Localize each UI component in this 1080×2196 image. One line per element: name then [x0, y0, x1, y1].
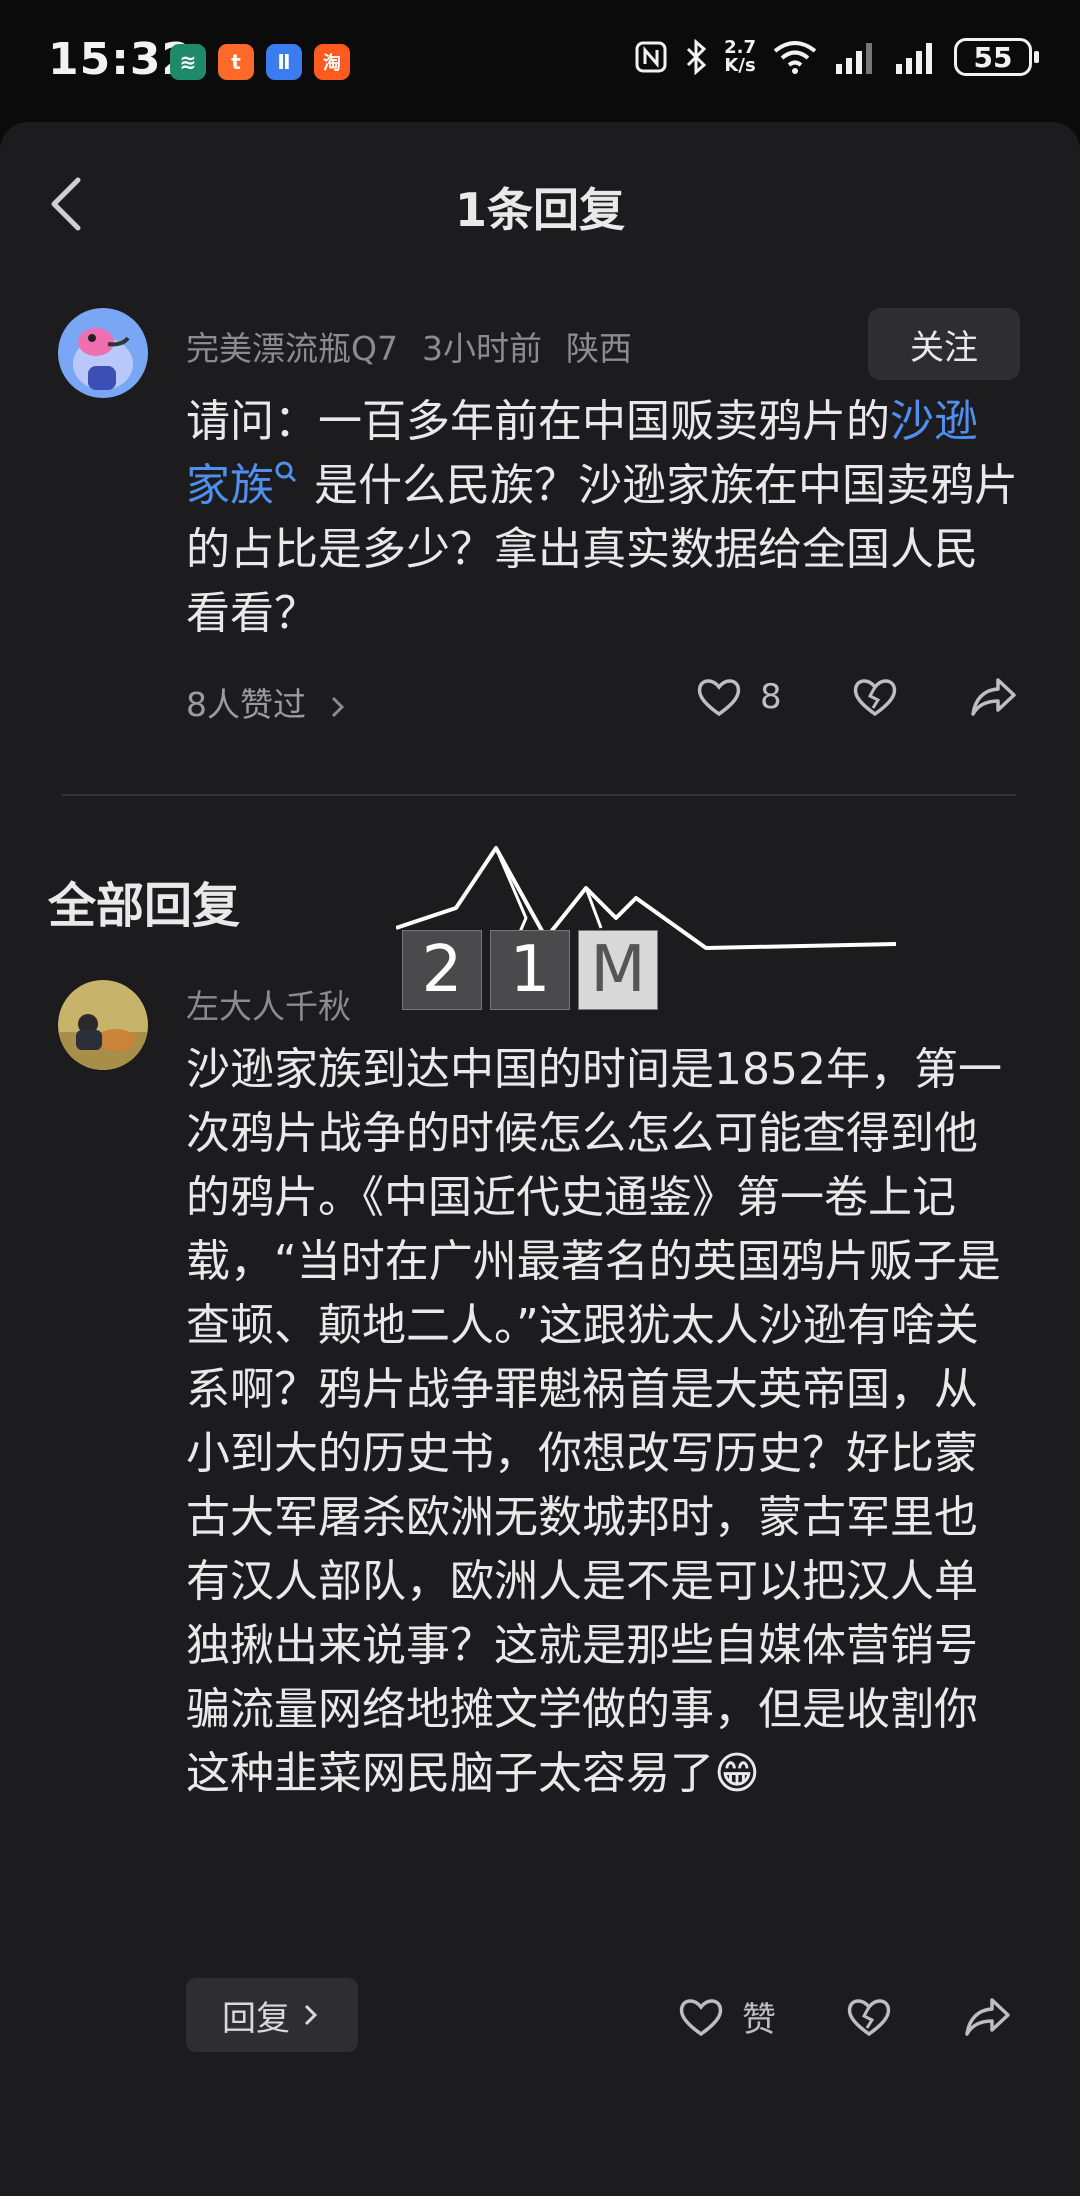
- section-title: 全部回复: [48, 878, 241, 934]
- avatar[interactable]: [58, 980, 148, 1070]
- watermark-digit: M: [578, 930, 658, 1010]
- divider: [62, 794, 1016, 796]
- post-location: 陕西: [565, 329, 632, 368]
- watermark-digit: 1: [490, 930, 570, 1010]
- likes-summary[interactable]: 8人赞过: [186, 678, 349, 726]
- like-label: 赞: [742, 2000, 776, 2040]
- comment-text-suffix: 是什么民族？沙逊家族在中国卖鸦片的占比是多少？拿出真实数据给全国人民看看？: [186, 460, 1018, 639]
- comment-meta: 完美漂流瓶Q7 3小时前 陕西: [186, 322, 656, 370]
- bluetooth-icon: [687, 39, 707, 75]
- reply-meta: 左大人千秋: [186, 980, 375, 1028]
- watermark-digit: 2: [402, 930, 482, 1010]
- network-speed: 2.7 K/s: [724, 37, 756, 76]
- comment-text: 请问：一百多年前在中国贩卖鸦片的沙逊家族 是什么民族？沙逊家族在中国卖鸦片的占比…: [186, 390, 1020, 646]
- battery-indicator: 55: [954, 38, 1039, 76]
- chevron-right-icon: [304, 2004, 318, 2026]
- notification-app-icons: ≋ t Ⅱ 淘: [170, 44, 350, 80]
- toutiao-app-icon: t: [218, 44, 254, 80]
- comment-actions: 8: [696, 676, 1018, 718]
- heart-icon: [679, 1998, 723, 2036]
- signal-icon-1: [836, 43, 872, 74]
- status-bar: 15:32 ≋ t Ⅱ 淘 2.7 K/s 55: [0, 0, 1080, 120]
- post-time: 3小时前: [421, 329, 542, 368]
- wallet-app-icon: ≋: [170, 44, 206, 80]
- grinning-emoji: 😁: [714, 1748, 760, 1799]
- author-name[interactable]: 完美漂流瓶Q7: [186, 329, 398, 368]
- follow-button[interactable]: 关注: [868, 308, 1020, 380]
- share-icon[interactable]: [970, 676, 1018, 718]
- reply-actions: 赞: [678, 1992, 1012, 2041]
- broken-heart-icon[interactable]: [852, 676, 898, 718]
- heart-icon: [697, 679, 741, 717]
- chevron-right-icon: [331, 696, 344, 717]
- reply-sheet: 1条回复 完美漂流瓶Q7 3小时前 陕西 关注 请问：一百多年前在中国贩卖鸦片的沙逊…: [0, 122, 1080, 2196]
- broken-heart-icon[interactable]: [846, 1996, 892, 2038]
- page-title: 1条回复: [454, 183, 625, 237]
- like-count: 8: [760, 677, 782, 717]
- nfc-icon: [635, 41, 667, 73]
- reply-button[interactable]: 回复: [186, 1978, 358, 2052]
- reply-text: 沙逊家族到达中国的时间是1852年，第一次鸦片战争的时候怎么怎么可能查得到他的鸦…: [186, 1038, 1020, 1806]
- comment-text-prefix: 请问：一百多年前在中国贩卖鸦片的: [186, 396, 890, 447]
- wifi-icon: [773, 41, 817, 74]
- avatar[interactable]: [58, 308, 148, 398]
- signal-icon-2: [896, 43, 932, 74]
- author-name[interactable]: 左大人千秋: [186, 987, 351, 1026]
- taobao-app-icon: 淘: [314, 44, 350, 80]
- blue-app-icon: Ⅱ: [266, 44, 302, 80]
- like-button[interactable]: 赞: [678, 1992, 776, 2041]
- share-icon[interactable]: [964, 1996, 1012, 2038]
- search-icon: [275, 461, 297, 483]
- like-button[interactable]: 8: [696, 676, 782, 718]
- watermark-counter: 2 1 M: [402, 930, 658, 1010]
- status-right-icons: 2.7 K/s 55: [634, 37, 1039, 76]
- reply-text-content: 沙逊家族到达中国的时间是1852年，第一次鸦片战争的时候怎么怎么可能查得到他的鸦…: [186, 1044, 1002, 1799]
